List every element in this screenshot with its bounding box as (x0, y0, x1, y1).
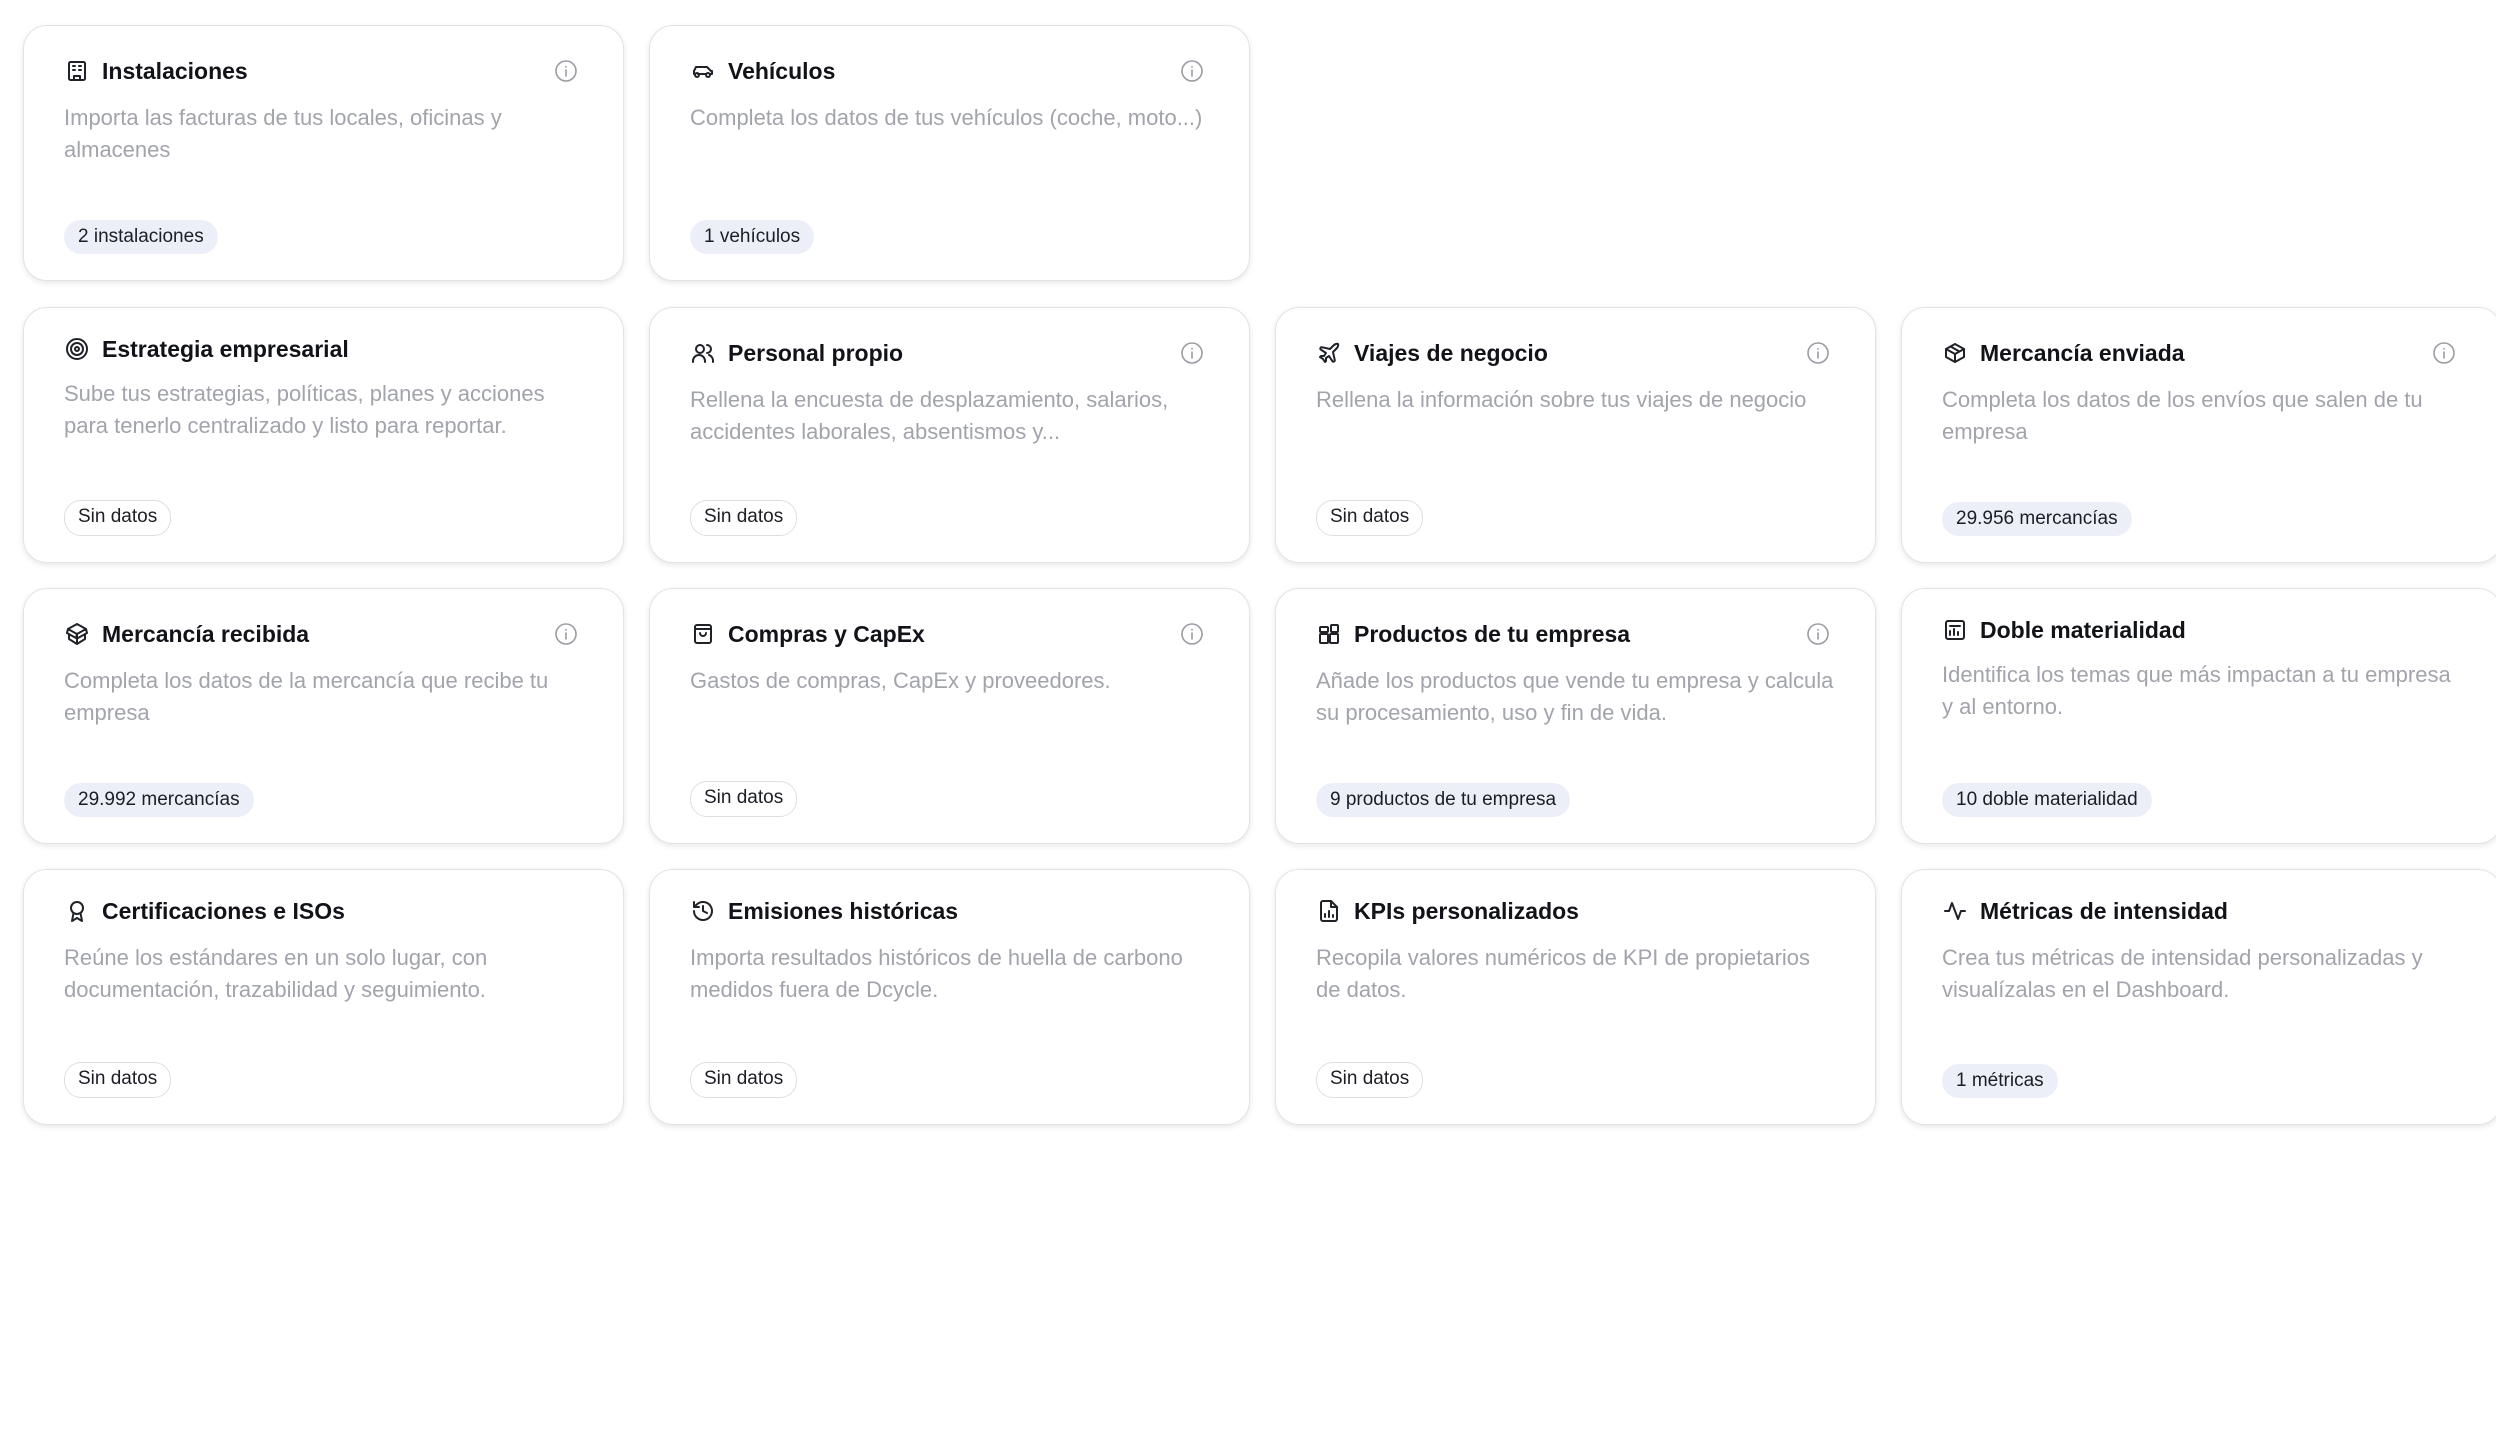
card-compras-y-capex[interactable]: Compras y CapEx Gastos de compras, CapEx… (649, 588, 1250, 844)
status-badge: 1 métricas (1942, 1064, 2058, 1098)
card-description: Identifica los temas que más impactan a … (1942, 662, 2451, 719)
card-title: Vehículos (728, 57, 836, 84)
activity-icon (1942, 898, 1968, 924)
card-description: Reúne los estándares en un solo lugar, c… (64, 945, 488, 1002)
card-vehiculos[interactable]: Vehículos Completa los datos de tus vehí… (649, 25, 1250, 281)
status-badge: Sin datos (64, 500, 172, 536)
card-title: Mercancía enviada (1980, 339, 2185, 366)
card-description: Completa los datos de tus vehículos (coc… (690, 105, 1203, 130)
plane-icon (1316, 340, 1342, 366)
building-icon (64, 58, 90, 84)
card-description: Rellena la encuesta de desplazamiento, s… (690, 387, 1169, 444)
shopping-bag-icon (690, 621, 716, 647)
car-icon (690, 58, 716, 84)
card-title: Compras y CapEx (728, 620, 925, 647)
status-badge: Sin datos (1316, 1062, 1424, 1098)
package-open-icon (64, 621, 90, 647)
status-badge: 10 doble materialidad (1942, 783, 2152, 817)
target-icon (64, 336, 90, 362)
card-title: Viajes de negocio (1354, 339, 1548, 366)
status-badge: 9 productos de tu empresa (1316, 783, 1571, 817)
card-kpis-personalizados[interactable]: KPIs personalizados Recopila valores num… (1275, 869, 1876, 1125)
card-mercancia-enviada[interactable]: Mercancía enviada Completa los datos de … (1901, 307, 2496, 563)
info-icon[interactable] (553, 58, 579, 84)
status-badge: Sin datos (690, 781, 798, 817)
card-title: Métricas de intensidad (1980, 897, 2228, 924)
status-badge: Sin datos (690, 1062, 798, 1098)
status-badge: Sin datos (64, 1062, 172, 1098)
chart-square-icon (1942, 617, 1968, 643)
card-title: Instalaciones (102, 57, 248, 84)
package-icon (1942, 340, 1968, 366)
status-badge: 29.992 mercancías (64, 783, 254, 817)
status-badge: 29.956 mercancías (1942, 502, 2132, 536)
card-description: Gastos de compras, CapEx y proveedores. (690, 668, 1111, 693)
users-icon (690, 340, 716, 366)
card-estrategia-empresarial[interactable]: Estrategia empresarial Sube tus estrateg… (23, 307, 624, 563)
status-badge: 1 vehículos (690, 220, 815, 254)
card-title: Personal propio (728, 339, 904, 366)
card-description: Recopila valores numéricos de KPI de pro… (1316, 945, 1811, 1002)
card-description: Completa los datos de los envíos que sal… (1942, 387, 2423, 444)
card-doble-materialidad[interactable]: Doble materialidad Identifica los temas … (1901, 588, 2496, 844)
info-icon[interactable] (553, 621, 579, 647)
card-title: Mercancía recibida (102, 620, 310, 647)
card-description: Importa las facturas de tus locales, ofi… (64, 105, 502, 162)
award-icon (64, 898, 90, 924)
info-icon[interactable] (2431, 340, 2457, 366)
card-mercancia-recibida[interactable]: Mercancía recibida Completa los datos de… (23, 588, 624, 844)
card-title: Emisiones históricas (728, 897, 959, 924)
product-blocks-icon (1316, 621, 1342, 647)
card-description: Sube tus estrategias, políticas, planes … (64, 381, 545, 438)
file-chart-icon (1316, 898, 1342, 924)
card-description: Crea tus métricas de intensidad personal… (1942, 945, 2423, 1002)
card-title: KPIs personalizados (1354, 897, 1579, 924)
history-icon (690, 898, 716, 924)
card-personal-propio[interactable]: Personal propio Rellena la encuesta de d… (649, 307, 1250, 563)
card-viajes-de-negocio[interactable]: Viajes de negocio Rellena la información… (1275, 307, 1876, 563)
info-icon[interactable] (1805, 621, 1831, 647)
status-badge: Sin datos (1316, 500, 1424, 536)
card-title: Productos de tu empresa (1354, 620, 1631, 647)
info-icon[interactable] (1805, 340, 1831, 366)
card-title: Doble materialidad (1980, 616, 2186, 643)
status-badge: 2 instalaciones (64, 220, 218, 254)
card-description: Completa los datos de la mercancía que r… (64, 668, 549, 725)
card-title: Certificaciones e ISOs (102, 897, 345, 924)
card-productos-de-tu-empresa[interactable]: Productos de tu empresa Añade los produc… (1275, 588, 1876, 844)
card-instalaciones[interactable]: Instalaciones Importa las facturas de tu… (23, 25, 624, 281)
card-description: Añade los productos que vende tu empresa… (1316, 668, 1834, 725)
card-description: Importa resultados históricos de huella … (690, 945, 1183, 1002)
card-certificaciones-e-isos[interactable]: Certificaciones e ISOs Reúne los estánda… (23, 869, 624, 1125)
status-badge: Sin datos (690, 500, 798, 536)
info-icon[interactable] (1179, 58, 1205, 84)
info-icon[interactable] (1179, 621, 1205, 647)
card-description: Rellena la información sobre tus viajes … (1316, 387, 1807, 412)
card-title: Estrategia empresarial (102, 335, 349, 362)
info-icon[interactable] (1179, 340, 1205, 366)
card-metricas-de-intensidad[interactable]: Métricas de intensidad Crea tus métricas… (1901, 869, 2496, 1125)
card-emisiones-historicas[interactable]: Emisiones históricas Importa resultados … (649, 869, 1250, 1125)
